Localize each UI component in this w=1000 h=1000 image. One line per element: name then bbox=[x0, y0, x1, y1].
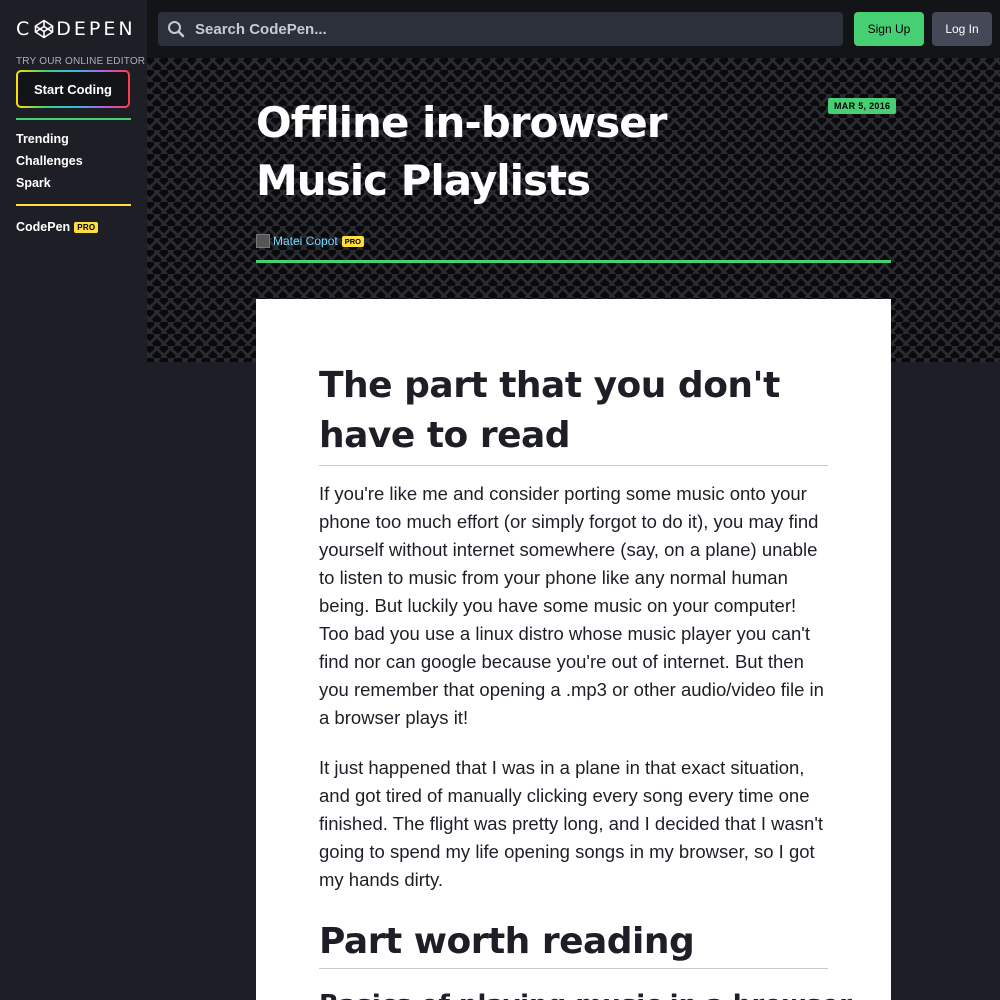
article-heading-2: Part worth reading bbox=[319, 918, 828, 969]
search-bar[interactable] bbox=[158, 12, 843, 46]
codepen-logo[interactable]: C DEPEN bbox=[16, 16, 136, 42]
sidebar-divider-green bbox=[16, 118, 131, 120]
sidebar-nav: Trending Challenges Spark bbox=[16, 132, 83, 198]
post-author: Matei Copot PRO bbox=[256, 234, 364, 248]
top-header: Sign Up Log In bbox=[147, 0, 1000, 58]
article-paragraph-1: If you're like me and consider porting s… bbox=[319, 483, 824, 728]
codepen-pro-label: CodePen bbox=[16, 220, 71, 234]
author-name-link[interactable]: Matei Copot bbox=[273, 234, 338, 248]
sidebar-item-trending[interactable]: Trending bbox=[16, 132, 83, 154]
article-paragraph-2: It just happened that I was in a plane i… bbox=[319, 757, 824, 890]
try-editor-label: TRY OUR ONLINE EDITOR bbox=[16, 56, 146, 67]
author-pro-badge: PRO bbox=[341, 235, 364, 247]
article-heading-3: Basics of playing music in a browser bbox=[319, 987, 852, 1000]
post-title: Offline in-browser Music Playlists bbox=[256, 98, 667, 205]
search-input[interactable] bbox=[195, 20, 815, 38]
sidebar: C DEPEN TRY OUR ONLINE EDITOR Start Codi… bbox=[0, 0, 147, 1000]
article-card: The part that you don't have to read If … bbox=[256, 299, 891, 1000]
logo-text-right: DEPEN bbox=[56, 18, 136, 40]
sidebar-item-codepen-pro[interactable]: CodePen PRO bbox=[16, 220, 99, 234]
search-icon bbox=[168, 21, 185, 38]
sidebar-item-challenges[interactable]: Challenges bbox=[16, 154, 83, 176]
logo-text-left: C bbox=[16, 18, 33, 40]
start-coding-button[interactable]: Start Coding bbox=[16, 70, 130, 108]
start-coding-label: Start Coding bbox=[18, 72, 128, 106]
log-in-button[interactable]: Log In bbox=[932, 12, 992, 46]
sidebar-divider-yellow bbox=[16, 204, 131, 206]
article-heading-1: The part that you don't have to read bbox=[319, 361, 828, 466]
article-content: The part that you don't have to read If … bbox=[319, 361, 852, 1000]
hero-divider bbox=[256, 260, 891, 263]
codepen-logo-icon bbox=[34, 19, 54, 39]
sidebar-item-spark[interactable]: Spark bbox=[16, 176, 83, 198]
post-date-badge: MAR 5, 2016 bbox=[828, 98, 897, 114]
avatar[interactable] bbox=[256, 234, 270, 248]
sign-up-button[interactable]: Sign Up bbox=[854, 12, 924, 46]
pro-badge: PRO bbox=[74, 221, 99, 233]
